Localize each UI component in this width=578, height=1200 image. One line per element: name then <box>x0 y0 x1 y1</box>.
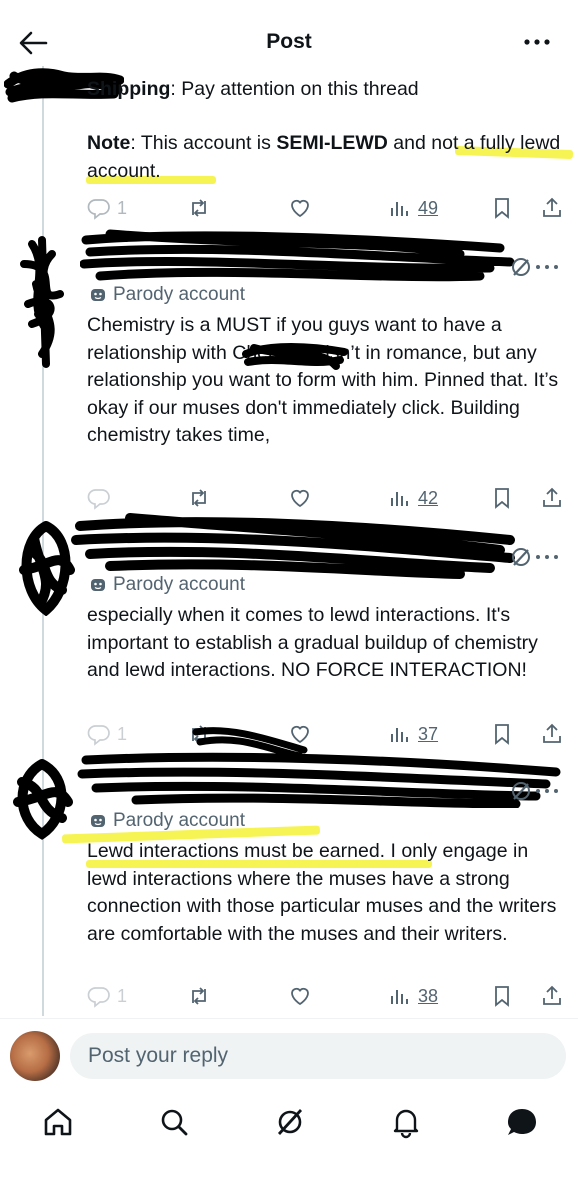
page-title: Post <box>266 30 312 53</box>
reply-button[interactable]: 1 <box>87 196 127 220</box>
post-1-line-1: Shipping: Pay attention on this thread <box>87 76 562 104</box>
search-icon[interactable] <box>156 1104 192 1140</box>
share-button[interactable] <box>540 984 564 1008</box>
repost-button[interactable] <box>187 196 211 220</box>
reply-icon <box>87 725 110 746</box>
bookmark-button[interactable] <box>490 196 514 220</box>
bookmark-icon <box>495 986 509 1007</box>
redacted-username-scribble <box>80 229 515 282</box>
heart-icon <box>291 489 309 508</box>
reply-count: 1 <box>117 985 128 1006</box>
share-icon <box>543 487 561 507</box>
notifications-icon[interactable] <box>388 1104 424 1140</box>
bookmark-button[interactable] <box>490 984 514 1008</box>
share-button[interactable] <box>540 196 564 220</box>
repost-icon <box>192 987 206 1005</box>
heart-icon <box>291 199 309 218</box>
post-1-label-text: : Pay attention on this thread <box>170 78 419 100</box>
views-icon <box>391 728 408 742</box>
note-label: Note <box>87 132 131 154</box>
views-button[interactable]: 38 <box>388 984 438 1008</box>
reply-count: 1 <box>117 723 128 744</box>
post-1-note: Note: This account is SEMI-LEWD and not … <box>87 130 562 185</box>
reply-button[interactable]: 1 <box>87 984 127 1008</box>
heart-icon <box>291 987 309 1006</box>
parody-label: Parody account <box>89 574 245 596</box>
view-count: 37 <box>418 723 439 744</box>
view-count: 42 <box>418 487 439 508</box>
parody-label: Parody account <box>89 284 245 306</box>
avatar[interactable] <box>10 1031 60 1081</box>
post-more-icon[interactable] <box>534 552 560 562</box>
repost-icon <box>192 199 206 217</box>
messages-icon[interactable] <box>504 1104 540 1140</box>
reply-icon <box>87 489 110 510</box>
reply-icon <box>87 199 110 220</box>
views-button[interactable]: 42 <box>388 486 438 510</box>
share-icon <box>543 197 561 217</box>
post-more-icon[interactable] <box>534 786 560 796</box>
post-1-action-bar: 1 49 <box>85 196 570 226</box>
grok-icon <box>512 782 530 800</box>
bookmark-icon <box>495 724 509 745</box>
home-icon[interactable] <box>40 1104 76 1140</box>
redacted-username-scribble <box>71 513 515 579</box>
bookmark-button[interactable] <box>490 486 514 510</box>
parody-label: Parody account <box>89 810 245 832</box>
reply-input[interactable]: Post your reply <box>70 1033 566 1079</box>
views-icon <box>391 492 408 506</box>
post-2-text: Chemistry is a MUST if you guys want to … <box>87 314 559 446</box>
reply-count: 1 <box>117 197 128 218</box>
redacted-avatar-scribble <box>20 236 64 368</box>
share-button[interactable] <box>540 486 564 510</box>
bottom-navigation <box>0 1092 578 1200</box>
views-icon <box>391 202 408 216</box>
reply-composer: Post your reply <box>0 1018 578 1092</box>
views-button[interactable]: 37 <box>388 722 438 746</box>
post-3-text: especially when it comes to lewd interac… <box>87 604 538 681</box>
like-button[interactable] <box>288 486 312 510</box>
grok-icon <box>512 548 530 566</box>
grok-icon <box>512 258 530 276</box>
redacted-avatar-scribble <box>13 759 73 840</box>
like-button[interactable] <box>288 196 312 220</box>
repost-icon <box>192 489 206 507</box>
repost-button[interactable] <box>187 984 211 1008</box>
bookmark-icon <box>495 198 509 219</box>
note-text-1: : This account is <box>130 132 277 154</box>
reply-icon <box>87 987 110 1008</box>
post-1-label-bold: Shipping <box>87 78 171 100</box>
repost-button[interactable] <box>187 486 211 510</box>
share-icon <box>543 723 561 743</box>
post-4-text: Lewd interactions must be earned. I only… <box>87 840 557 945</box>
views-button[interactable]: 49 <box>388 196 438 220</box>
grok-icon[interactable] <box>272 1104 308 1140</box>
parody-mask-icon <box>91 579 105 591</box>
bookmark-icon <box>495 488 509 509</box>
views-icon <box>391 990 408 1004</box>
parody-label-text: Parody account <box>113 284 246 305</box>
view-count: 38 <box>418 985 439 1006</box>
note-bold: SEMI-LEWD <box>276 132 388 154</box>
parody-label-text: Parody account <box>113 810 246 831</box>
parody-mask-icon <box>91 815 105 827</box>
redacted-name-inline-scribble <box>242 343 348 370</box>
like-button[interactable] <box>288 984 312 1008</box>
reply-button[interactable]: 1 <box>87 722 127 746</box>
view-count: 49 <box>418 197 439 218</box>
share-button[interactable] <box>540 722 564 746</box>
parody-label-text: Parody account <box>113 574 246 595</box>
reply-button[interactable] <box>87 486 111 510</box>
redacted-username-scribble <box>77 752 561 808</box>
share-icon <box>543 985 561 1005</box>
bookmark-button[interactable] <box>490 722 514 746</box>
parody-mask-icon <box>91 289 105 301</box>
more-options-icon[interactable] <box>522 32 552 52</box>
post-more-icon[interactable] <box>534 262 560 272</box>
post-4-action-bar: 1 38 <box>85 984 570 1014</box>
